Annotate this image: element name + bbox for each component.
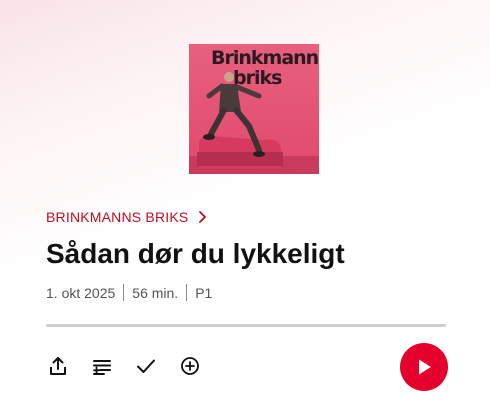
checkmark-icon <box>137 359 155 373</box>
progress-bar[interactable] <box>46 324 446 327</box>
episode-title: Sådan dør du lykkeligt <box>46 238 345 269</box>
mark-as-played-button[interactable] <box>130 352 162 380</box>
add-button[interactable] <box>174 352 206 380</box>
playlist-add-icon <box>93 360 111 375</box>
cover-title-line2: briks <box>233 67 282 89</box>
plus-circle-icon <box>181 357 199 375</box>
cover-title: Brinkmanns briks <box>211 47 319 89</box>
show-name: BRINKMANNS BRIKS <box>46 209 189 225</box>
episode-channel: P1 <box>195 284 213 301</box>
share-icon <box>50 357 66 375</box>
chevron-right-icon <box>199 211 207 223</box>
meta-divider <box>186 284 188 301</box>
episode-duration: 56 min. <box>132 284 179 301</box>
meta-divider <box>123 284 125 301</box>
show-link[interactable]: BRINKMANNS BRIKS <box>46 209 208 225</box>
play-button[interactable] <box>400 343 448 391</box>
episode-date: 1. okt 2025 <box>46 284 116 301</box>
add-to-queue-button[interactable] <box>86 352 118 380</box>
action-bar <box>42 352 206 380</box>
share-button[interactable] <box>42 352 74 380</box>
episode-cover-art: Brinkmanns briks <box>189 44 319 174</box>
cover-title-line1: Brinkmanns <box>211 47 319 69</box>
play-icon <box>419 359 431 375</box>
episode-meta: 1. okt 2025 56 min. P1 <box>46 284 212 301</box>
